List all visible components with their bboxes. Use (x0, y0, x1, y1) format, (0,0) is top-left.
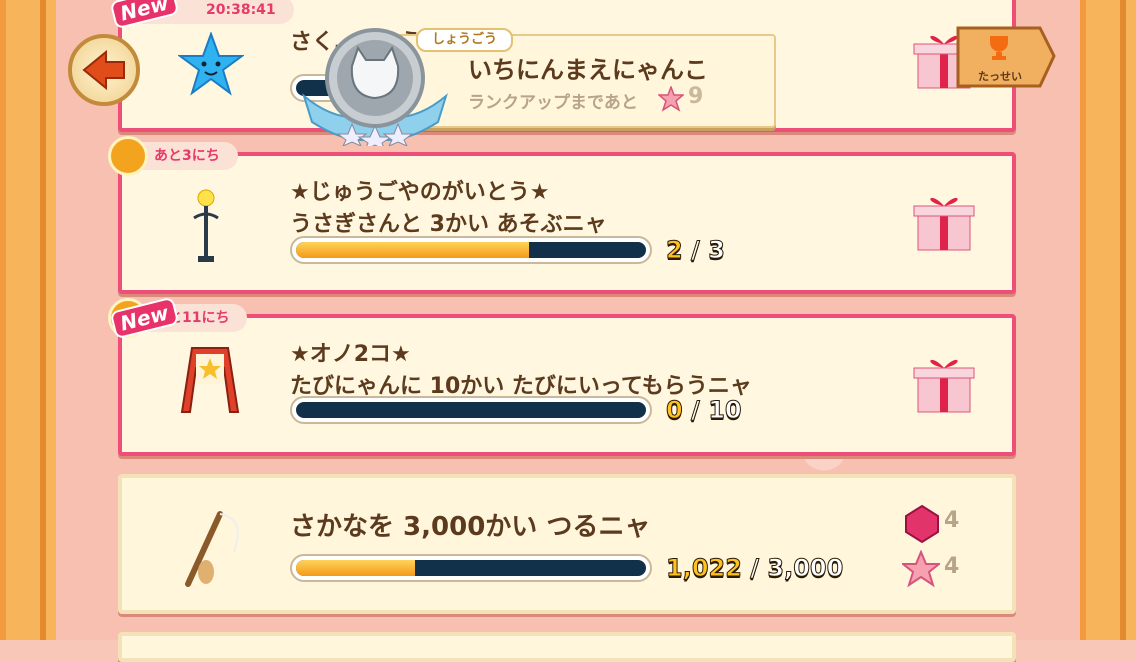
mission-card: さかなを 3,000かい つるニャ 1,022 / 3,000 4 4 (118, 474, 1016, 614)
mission-title: ★オノ2コ★ (290, 342, 411, 367)
achievement-sign[interactable]: たっせい (956, 24, 1056, 90)
right-wood-frame (1080, 0, 1136, 640)
progress-bar (290, 554, 652, 582)
rank-up-label: ランクアップまであと (468, 93, 638, 113)
gem-icon (905, 504, 939, 544)
pink-star-reward-icon (902, 550, 940, 588)
progress-separator: / (682, 236, 709, 265)
street-lamp-icon (193, 189, 219, 262)
progress-total: 3,000 (767, 554, 844, 583)
cat-medal-icon (302, 28, 448, 146)
progress-separator: / (741, 554, 768, 583)
mission-description: うさぎさんと 3かい あそぶニャ (290, 212, 607, 237)
progress-count: 0 / 10 (666, 396, 743, 425)
mission-card: あと3にち ★じゅうごやのがいとう★ うさぎさんと 3かい あそぶニャ 2 / … (108, 136, 1016, 294)
progress-total: 3 (708, 236, 726, 265)
progress-current: 0 (666, 396, 684, 425)
progress-current: 2 (666, 236, 684, 265)
days-left-text: あと3にち (154, 148, 220, 164)
back-arrow-icon (82, 49, 125, 91)
back-button[interactable] (68, 34, 140, 106)
star-reward-count: 4 (944, 554, 960, 579)
progress-bar (290, 236, 652, 264)
progress-count: 2 / 3 (666, 236, 726, 265)
timer-text: 20:38:41 (206, 2, 276, 18)
progress-fill (296, 242, 530, 258)
rank-up-count: 9 (688, 84, 704, 109)
mission-title: さかなを 3,000かい つるニャ (290, 512, 651, 542)
fishing-rod-icon (185, 511, 239, 587)
clock-icon (108, 136, 148, 176)
pink-star-icon (658, 86, 684, 112)
progress-total: 10 (708, 396, 742, 425)
signboard-icon (180, 347, 240, 413)
progress-fill (296, 560, 416, 576)
progress-separator: / (682, 396, 709, 425)
achievement-label: たっせい (978, 70, 1022, 83)
gift-icon[interactable] (912, 350, 976, 414)
mission-card-next (118, 632, 1016, 662)
progress-current: 1,022 (666, 554, 743, 583)
left-wood-frame (0, 0, 56, 640)
blue-star-icon (178, 32, 244, 96)
progress-count: 1,022 / 3,000 (666, 554, 844, 583)
trophy-icon (990, 36, 1008, 60)
mission-card: あと11にち ★オノ2コ★ たびにゃんに 10かい たびにいってもらうニャ 0 … (108, 298, 1016, 456)
gift-icon[interactable] (912, 188, 976, 252)
gem-reward-count: 4 (944, 508, 960, 533)
mission-title: ★じゅうごやのがいとう★ (290, 180, 550, 205)
progress-bar (290, 396, 652, 424)
rank-title: いちにんまえにゃんこ (468, 56, 708, 84)
